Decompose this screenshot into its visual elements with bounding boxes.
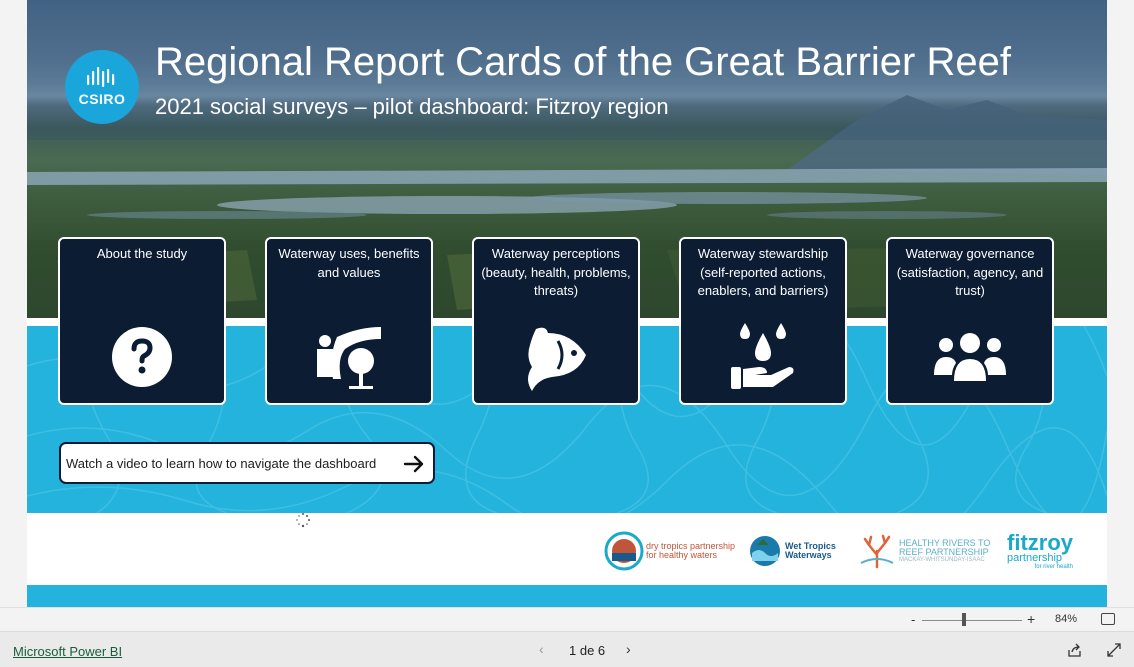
report-canvas: CSIRO Regional Report Cards of the Great… (27, 0, 1107, 607)
arrow-right-icon (403, 455, 424, 473)
partner-fitzroy-line3: for river health (1034, 563, 1073, 570)
footer-accent-strip (27, 585, 1107, 607)
partner-healthy-rivers-line3: MACKAY-WHITSUNDAY-ISAAC (899, 556, 985, 563)
csiro-logo-text: CSIRO (78, 91, 126, 107)
fit-to-page-icon[interactable] (1101, 613, 1115, 625)
partner-healthy-rivers-line2: REEF PARTNERSHIP (899, 546, 989, 557)
zoom-percentage: 84% (1055, 613, 1078, 625)
dry-tropics-emblem-icon (604, 531, 644, 571)
question-circle-icon (112, 327, 172, 387)
partner-dry-tropics-logo: dry tropics partnership for healthy wate… (604, 530, 735, 572)
powerbi-link[interactable]: Microsoft Power BI (13, 644, 122, 659)
loading-spinner-icon (296, 513, 310, 528)
page-indicator: 1 de 6 (569, 643, 606, 658)
partner-wet-tropics-logo: Wet Tropics Waterways (749, 530, 836, 572)
powerbi-viewer: CSIRO Regional Report Cards of the Great… (0, 0, 1134, 667)
zoom-out-button[interactable]: - (911, 612, 915, 627)
card-waterway-perceptions[interactable]: Waterway perceptions (beauty, health, pr… (472, 237, 640, 405)
landscape-river-tree-icon (317, 327, 381, 389)
wet-tropics-emblem-icon (750, 536, 780, 566)
card-waterway-governance[interactable]: Waterway governance (satisfaction, agenc… (886, 237, 1054, 405)
card-label: About the study (96, 246, 188, 261)
partner-fitzroy-line1: fitzroy (1007, 529, 1073, 555)
share-icon[interactable] (1067, 642, 1083, 658)
partner-wet-tropics-line2: Waterways (785, 550, 832, 560)
zoom-in-button[interactable]: + (1027, 611, 1035, 627)
report-subtitle: 2021 social surveys – pilot dashboard: F… (155, 94, 669, 119)
fish-icon (528, 327, 586, 391)
card-about-the-study[interactable]: About the study (58, 237, 226, 405)
previous-page-button[interactable]: ‹ (539, 641, 544, 657)
bottom-bar: Microsoft Power BI ‹ 1 de 6 › (0, 631, 1134, 667)
card-waterway-stewardship[interactable]: Waterway stewardship (self-reported acti… (679, 237, 847, 405)
people-group-icon (934, 333, 1006, 381)
report-title: Regional Report Cards of the Great Barri… (155, 40, 1011, 84)
watch-video-label: Watch a video to learn how to navigate t… (66, 456, 377, 471)
partner-healthy-rivers-logo: HEALTHY RIVERS TO REEF PARTNERSHIP MACKA… (859, 530, 990, 572)
zoom-slider-thumb[interactable] (962, 613, 966, 626)
card-label: Waterway uses, benefits and values (278, 246, 420, 280)
card-label: Waterway stewardship (self-reported acti… (697, 246, 829, 298)
coral-emblem-icon (860, 534, 894, 569)
zoom-slider-track[interactable] (922, 620, 1022, 621)
partner-dry-tropics-line2: for healthy waters (646, 550, 718, 560)
card-label: Waterway perceptions (beauty, health, pr… (481, 246, 631, 298)
watch-video-button[interactable]: Watch a video to learn how to navigate t… (59, 442, 435, 484)
card-waterway-uses[interactable]: Waterway uses, benefits and values (265, 237, 433, 405)
csiro-waveform-icon (87, 67, 115, 87)
hand-water-drops-icon (731, 323, 794, 389)
partner-fitzroy-logo: fitzroy partnership for river health (1007, 530, 1073, 572)
fullscreen-icon[interactable] (1106, 642, 1122, 658)
card-label: Waterway governance (satisfaction, agenc… (896, 246, 1044, 298)
next-page-button[interactable]: › (626, 641, 631, 657)
csiro-logo: CSIRO (65, 50, 139, 124)
zoom-bar: - + 84% (0, 607, 1134, 631)
